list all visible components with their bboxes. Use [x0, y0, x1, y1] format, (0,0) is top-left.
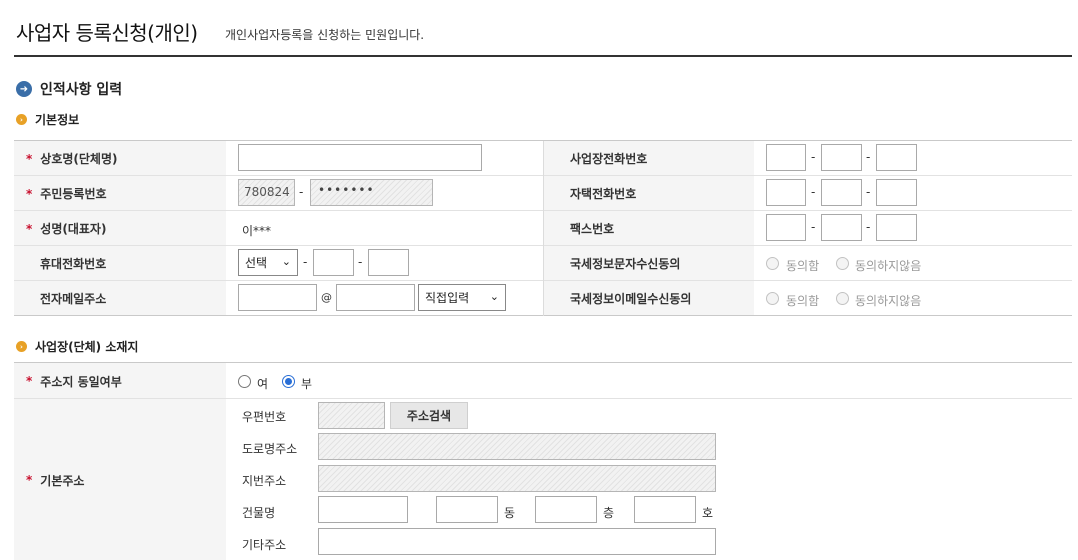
road-address-label: 도로명주소	[242, 442, 298, 456]
home-phone-3-input[interactable]	[876, 179, 917, 206]
email-at-sign: @	[321, 291, 332, 304]
subsection-basic-title: 기본정보	[35, 113, 80, 127]
home-phone-1-input[interactable]	[766, 179, 806, 206]
subsection-basic: › 기본정보	[16, 111, 79, 128]
biz-phone-2-input[interactable]	[821, 144, 862, 171]
floor-unit-text: 층	[603, 506, 615, 520]
subsection-location-title: 사업장(단체) 소재지	[35, 340, 139, 354]
orange-bullet-icon: ›	[16, 341, 27, 352]
biz-phone-dash-1: -	[811, 150, 816, 164]
title-divider	[14, 55, 1072, 57]
row-divider	[14, 363, 1072, 399]
sms-consent-agree-radio[interactable]	[766, 257, 779, 270]
other-address-label: 기타주소	[242, 538, 287, 552]
column-divider	[543, 141, 544, 316]
email-domain-select-value: 직접입력	[425, 291, 470, 305]
ho-unit-text: 호	[702, 506, 714, 520]
subsection-location: › 사업장(단체) 소재지	[16, 338, 138, 355]
representative-name-value: 이***	[242, 224, 272, 238]
trade-name-input[interactable]	[238, 144, 482, 171]
page-description: 개인사업자등록을 신청하는 민원입니다.	[225, 28, 425, 42]
fax-3-input[interactable]	[876, 214, 917, 241]
section-personal-title: 인적사항 입력	[40, 82, 123, 98]
chevron-down-icon: ⌄	[489, 290, 499, 303]
address-search-button[interactable]: 주소검색	[390, 402, 468, 429]
arrow-circle-icon: ➜	[16, 81, 32, 97]
postal-code-field	[318, 402, 385, 429]
lot-address-field	[318, 465, 716, 492]
dong-unit-text: 동	[504, 506, 516, 520]
fax-2-input[interactable]	[821, 214, 862, 241]
fax-1-input[interactable]	[766, 214, 806, 241]
sms-consent-disagree-radio[interactable]	[836, 257, 849, 270]
postal-code-label: 우편번호	[242, 410, 287, 424]
mobile-dash-2: -	[358, 255, 363, 269]
resident-dash: -	[299, 185, 304, 199]
building-ho-input[interactable]	[634, 496, 696, 523]
home-phone-dash-1: -	[811, 185, 816, 199]
email-domain-select[interactable]: 직접입력 ⌄	[418, 284, 506, 311]
building-name-input[interactable]	[318, 496, 408, 523]
mobile-last-input[interactable]	[368, 249, 409, 276]
page-title: 사업자 등록신청(개인)	[16, 21, 198, 45]
biz-phone-dash-2: -	[866, 150, 871, 164]
biz-phone-3-input[interactable]	[876, 144, 917, 171]
biz-phone-1-input[interactable]	[766, 144, 806, 171]
basic-address-label: * 기본주소	[14, 399, 226, 560]
email-consent-disagree-radio[interactable]	[836, 292, 849, 305]
email-id-input[interactable]	[238, 284, 317, 311]
required-star-icon: *	[26, 473, 33, 487]
road-address-field	[318, 433, 716, 460]
sms-consent-disagree-text: 동의하지않음	[855, 259, 922, 273]
sms-consent-agree-text: 동의함	[786, 259, 820, 273]
email-consent-agree-text: 동의함	[786, 294, 820, 308]
chevron-down-icon: ⌄	[281, 255, 291, 268]
building-name-label: 건물명	[242, 506, 276, 520]
mobile-prefix-select[interactable]: 선택 ⌄	[238, 249, 298, 276]
orange-bullet-icon: ›	[16, 114, 27, 125]
same-address-no-text: 부	[301, 377, 313, 391]
mobile-prefix-select-value: 선택	[245, 256, 268, 270]
basic-address-label-text: 기본주소	[40, 473, 85, 488]
section-personal-info: ➜ 인적사항 입력	[16, 79, 122, 99]
same-address-yes-text: 여	[257, 377, 269, 391]
same-address-no-radio[interactable]	[282, 375, 295, 388]
resident-no-back-value: •••••••	[318, 183, 375, 197]
home-phone-2-input[interactable]	[821, 179, 862, 206]
home-phone-dash-2: -	[866, 185, 871, 199]
building-floor-input[interactable]	[535, 496, 597, 523]
mobile-middle-input[interactable]	[313, 249, 354, 276]
mobile-dash-1: -	[303, 255, 308, 269]
other-address-input[interactable]	[318, 528, 716, 555]
lot-address-label: 지번주소	[242, 474, 287, 488]
email-consent-agree-radio[interactable]	[766, 292, 779, 305]
fax-dash-1: -	[811, 220, 816, 234]
same-address-yes-radio[interactable]	[238, 375, 251, 388]
email-domain-input[interactable]	[336, 284, 415, 311]
fax-dash-2: -	[866, 220, 871, 234]
resident-no-front-value: 780824	[244, 185, 290, 199]
building-dong-input[interactable]	[436, 496, 498, 523]
email-consent-disagree-text: 동의하지않음	[855, 294, 922, 308]
